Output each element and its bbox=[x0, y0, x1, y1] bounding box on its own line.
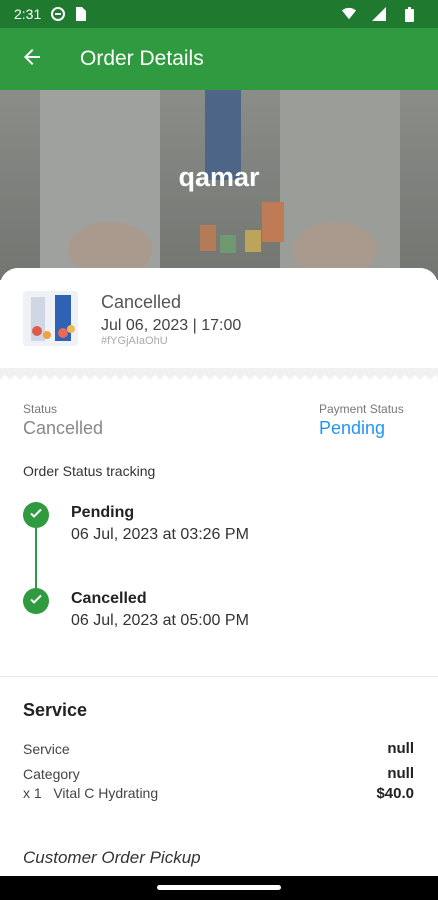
system-nav-bar bbox=[0, 876, 438, 900]
check-icon bbox=[29, 592, 43, 611]
zigzag-divider bbox=[0, 368, 438, 380]
back-button[interactable] bbox=[0, 28, 64, 90]
service-heading: Service bbox=[23, 700, 88, 720]
item-row-label: x 1 Vital C Hydrating bbox=[23, 785, 159, 801]
status-time: 2:31 bbox=[14, 6, 42, 22]
timeline-time: 06 Jul, 2023 at 05:00 PM bbox=[71, 612, 249, 629]
tracking-title: Order Status tracking bbox=[23, 463, 156, 479]
vpn-icon bbox=[51, 7, 66, 21]
timeline-dot-cancelled bbox=[23, 588, 49, 614]
arrow-left-icon bbox=[22, 47, 42, 72]
status-label: Status bbox=[23, 402, 58, 416]
customer-name: qamar bbox=[178, 162, 260, 192]
section-divider bbox=[0, 676, 438, 677]
category-row-value: null bbox=[387, 765, 414, 782]
home-gesture-handle[interactable] bbox=[157, 885, 281, 890]
page-title: Order Details bbox=[80, 47, 204, 70]
timeline-title: Pending bbox=[71, 504, 135, 521]
item-row-price: $40.0 bbox=[376, 785, 414, 802]
check-icon bbox=[29, 506, 43, 525]
timeline-title: Cancelled bbox=[71, 590, 147, 607]
payment-status-label: Payment Status bbox=[319, 402, 404, 416]
status-bar: 2:31 bbox=[0, 0, 438, 28]
timeline-time: 06 Jul, 2023 at 03:26 PM bbox=[71, 526, 249, 543]
app-bar: Order Details bbox=[0, 28, 438, 90]
sim-icon bbox=[73, 7, 87, 21]
customer-order-pickup: Customer Order Pickup bbox=[23, 848, 201, 867]
product-thumbnail bbox=[23, 291, 78, 346]
payment-status-value[interactable]: Pending bbox=[319, 418, 385, 439]
order-datetime: Jul 06, 2023 | 17:00 bbox=[101, 317, 242, 334]
hero-banner: qamar bbox=[0, 90, 438, 280]
wifi-icon bbox=[342, 7, 356, 21]
service-row-value: null bbox=[387, 740, 414, 757]
timeline-dot-pending bbox=[23, 502, 49, 528]
service-row-label: Service bbox=[23, 741, 70, 757]
order-status-text: Cancelled bbox=[101, 292, 182, 312]
order-card: Cancelled Jul 06, 2023 | 17:00 #fYGjAIaO… bbox=[0, 268, 438, 900]
status-value: Cancelled bbox=[23, 418, 104, 438]
order-header: Cancelled Jul 06, 2023 | 17:00 #fYGjAIaO… bbox=[0, 268, 438, 370]
category-row-label: Category bbox=[23, 766, 80, 782]
order-id: #fYGjAIaOhU bbox=[101, 335, 168, 347]
battery-icon bbox=[402, 6, 416, 22]
signal-icon bbox=[372, 7, 386, 21]
